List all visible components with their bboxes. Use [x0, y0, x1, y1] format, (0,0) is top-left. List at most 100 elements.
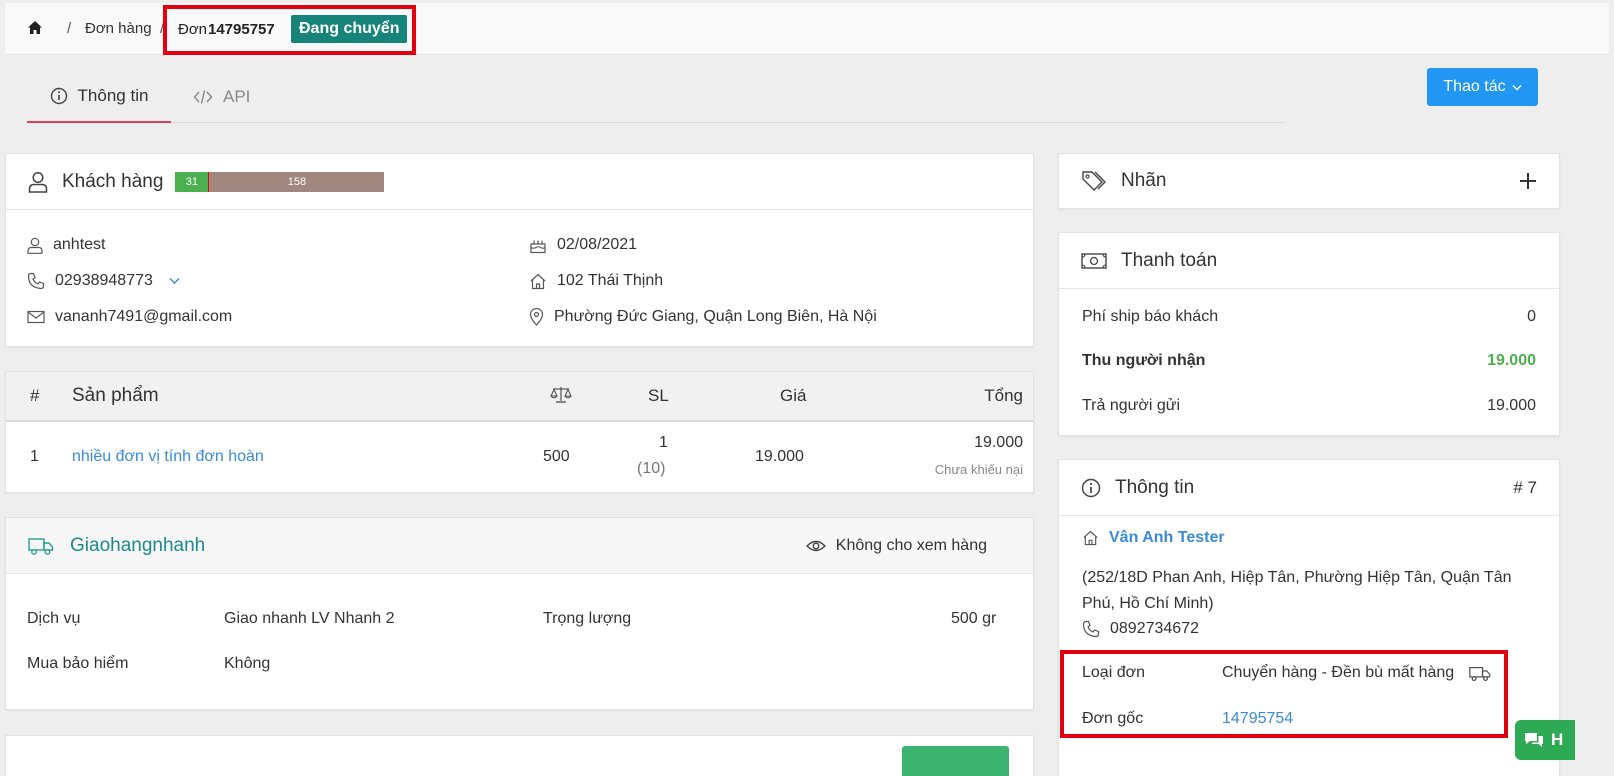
map-pin-icon	[529, 308, 544, 326]
collect-label: Thu người nhận	[1082, 352, 1206, 369]
shipping-fee-label: Phí ship báo khách	[1082, 308, 1219, 325]
tab-api[interactable]: API	[193, 70, 250, 123]
pay-sender-label: Trả người gửi	[1082, 397, 1181, 414]
origin-order-label: Đơn gốc	[1082, 710, 1144, 727]
customer-area-row: Phường Đức Giang, Quận Long Biên, Hà Nội	[529, 308, 877, 326]
code-icon	[193, 89, 213, 105]
col-qty-header: SL	[648, 386, 669, 405]
plus-icon[interactable]	[1519, 172, 1537, 190]
shipping-card-header: Giaohangnhanh Không cho xem hàng	[6, 518, 1033, 574]
customer-birthday: 02/08/2021	[557, 236, 638, 253]
info-circle-icon	[50, 87, 68, 105]
green-action-button[interactable]	[902, 746, 1009, 776]
labels-title: Nhãn	[1121, 170, 1167, 191]
breadcrumb-separator: /	[67, 20, 72, 37]
col-price-header: Giá	[780, 386, 807, 405]
weight-label: Trọng lượng	[543, 610, 632, 627]
breadcrumb-orders-link[interactable]: Đơn hàng	[85, 20, 152, 37]
tab-api-label: API	[223, 86, 251, 106]
products-card: # Sản phẩm SL Giá Tổng 1 nhiều đơn vị tí…	[5, 371, 1034, 493]
row-qty-sub: (10)	[637, 460, 666, 477]
weight-value: 500 gr	[951, 610, 997, 627]
shop-phone: 0892734672	[1110, 620, 1199, 637]
customer-title: Khách hàng	[62, 170, 164, 192]
home-icon[interactable]	[27, 20, 43, 35]
user-icon	[27, 237, 43, 254]
carrier-name: Giaohangnhanh	[70, 534, 206, 556]
insurance-value: Không	[224, 655, 271, 672]
customer-address-row: 102 Thái Thịnh	[529, 272, 663, 290]
labels-card: Nhãn	[1058, 153, 1560, 209]
truck-icon	[28, 536, 54, 556]
row-qty: 1	[659, 434, 668, 451]
info-circle-icon	[1081, 478, 1101, 498]
origin-order-link[interactable]: 14795754	[1222, 710, 1293, 728]
service-label: Dịch vụ	[27, 610, 81, 627]
order-type-label: Loại đơn	[1082, 664, 1145, 681]
customer-email: vananh7491@gmail.com	[55, 308, 233, 325]
phone-icon	[1082, 620, 1100, 638]
row-weight: 500	[543, 448, 570, 465]
chat-widget-button[interactable]: H	[1515, 720, 1575, 760]
row-price: 19.000	[755, 448, 804, 465]
pay-sender-value: 19.000	[1487, 397, 1536, 414]
shop-name-link[interactable]: Vân Anh Tester	[1109, 529, 1225, 547]
col-total-header: Tổng	[984, 386, 1023, 405]
money-icon	[1081, 252, 1107, 270]
labels-card-header: Nhãn	[1059, 154, 1559, 208]
table-row: 1 nhiều đơn vị tính đơn hoàn 500 1 (10) …	[6, 422, 1033, 492]
payment-card-header: Thanh toán	[1059, 233, 1559, 289]
home-icon	[1082, 530, 1099, 546]
shipping-fee-value: 0	[1527, 308, 1536, 325]
stats-other-count: 158	[209, 171, 385, 192]
shipping-card: Giaohangnhanh Không cho xem hàng	[5, 517, 1034, 710]
customer-phone: 02938948773	[55, 272, 153, 289]
shop-phone-row: 0892734672	[1082, 620, 1199, 638]
actions-button[interactable]: Thao tác	[1427, 68, 1538, 106]
customer-name-row: anhtest	[27, 236, 105, 254]
customer-area: Phường Đức Giang, Quận Long Biên, Hà Nội	[554, 308, 877, 325]
row-no: 1	[30, 448, 39, 465]
tab-info[interactable]: Thông tin	[27, 70, 171, 123]
products-table-header: # Sản phẩm SL Giá Tổng	[6, 372, 1033, 422]
order-prefix: Đơn	[178, 21, 208, 38]
order-number: 14795757	[208, 21, 275, 38]
customer-name: anhtest	[53, 236, 106, 253]
scale-icon	[550, 386, 572, 404]
collect-value: 19.000	[1487, 352, 1536, 369]
customer-order-stats-bar: 31 158	[175, 171, 385, 192]
chat-icon	[1523, 731, 1545, 749]
tag-icon	[1081, 170, 1107, 192]
info-card-header: Thông tin # 7	[1059, 460, 1559, 516]
home-icon	[529, 273, 547, 290]
product-name-link[interactable]: nhiều đơn vị tính đơn hoàn	[72, 448, 264, 466]
chevron-down-icon	[1512, 84, 1522, 91]
col-product-header: Sản phẩm	[72, 385, 159, 406]
eye-icon	[805, 539, 826, 553]
mail-icon	[27, 310, 45, 324]
phone-icon	[27, 272, 45, 290]
status-badge: Đang chuyển	[291, 15, 408, 43]
col-no-header: #	[30, 386, 40, 405]
customer-address: 102 Thái Thịnh	[557, 272, 664, 289]
info-number: # 7	[1513, 477, 1537, 497]
customer-card-header: Khách hàng 31 158	[6, 154, 1033, 210]
customer-phone-row: 02938948773	[27, 272, 180, 290]
service-value: Giao nhanh LV Nhanh 2	[224, 610, 395, 627]
info-card: Thông tin # 7	[1058, 459, 1560, 776]
row-total: 19.000	[974, 434, 1023, 451]
payment-title: Thanh toán	[1121, 249, 1218, 271]
order-type-value: Chuyển hàng - Đền bù mất hàng	[1222, 664, 1455, 681]
shop-name-row: Vân Anh Tester	[1082, 529, 1225, 547]
cake-icon	[529, 236, 547, 254]
shop-address: (252/18D Phan Anh, Hiệp Tân, Phường Hiệp…	[1082, 569, 1512, 612]
info-title: Thông tin	[1115, 476, 1195, 498]
next-card	[5, 735, 1034, 776]
insurance-label: Mua bảo hiểm	[27, 655, 129, 672]
chevron-down-icon[interactable]	[169, 277, 180, 285]
complaint-status: Chưa khiếu nại	[934, 462, 1023, 477]
truck-icon	[1469, 665, 1491, 682]
customer-email-row: vananh7491@gmail.com	[27, 308, 232, 326]
stats-success-count: 31	[175, 171, 210, 192]
tab-info-label: Thông tin	[77, 85, 149, 105]
